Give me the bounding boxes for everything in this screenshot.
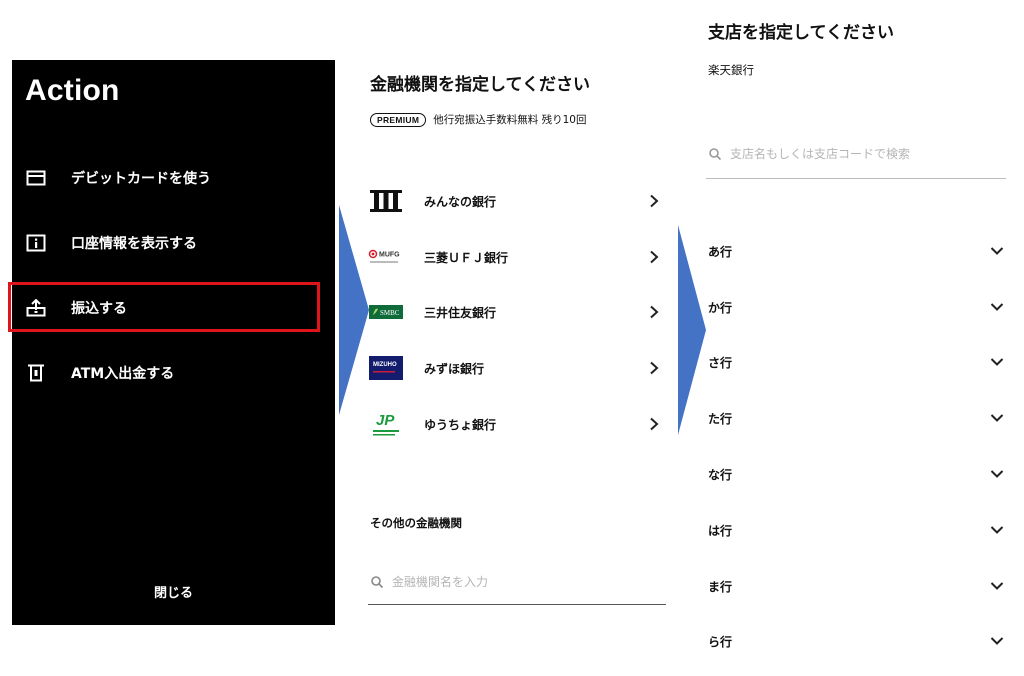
premium-badge: PREMIUM	[370, 112, 427, 127]
mizuho-logo-text: MIZUHO	[373, 362, 397, 368]
bank-name: みずほ銀行	[424, 361, 485, 376]
premium-text: 他行宛振込手数料無料 残り10回	[433, 114, 587, 126]
premium-info: PREMIUM 他行宛振込手数料無料 残り10回	[370, 112, 586, 127]
chevron-down-icon	[990, 637, 1004, 645]
kana-row-label: ま行	[708, 579, 733, 594]
chevron-down-icon	[990, 582, 1004, 590]
smbc-logo: SMBC	[368, 298, 404, 326]
kana-row-label: は行	[708, 523, 733, 538]
mufg-logo-text: MUFG	[379, 252, 400, 259]
chevron-down-icon	[990, 526, 1004, 534]
bank-row-mizuho[interactable]: MIZUHO みずほ銀行	[368, 348, 666, 388]
smbc-logo-text: SMBC	[380, 309, 400, 317]
menu-item-label: 口座情報を表示する	[71, 236, 197, 252]
other-banks-title: その他の金融機関	[370, 516, 462, 530]
mufg-logo: MUFG	[368, 243, 404, 271]
kana-row-ra[interactable]: ら行	[706, 621, 1008, 661]
branch-search-field[interactable]	[706, 130, 1006, 179]
bank-name: ゆうちょ銀行	[424, 417, 497, 432]
kana-row-sa[interactable]: さ行	[706, 342, 1008, 382]
kana-row-label: あ行	[708, 244, 733, 259]
bank-name: みんなの銀行	[424, 194, 497, 209]
jp-logo-text: JP	[376, 412, 395, 429]
chevron-right-icon	[650, 361, 659, 375]
mizuho-logo: MIZUHO	[368, 354, 404, 382]
search-icon	[371, 576, 384, 589]
kana-row-na[interactable]: な行	[706, 454, 1008, 494]
bank-row-mufg[interactable]: MUFG 三菱ＵＦＪ銀行	[368, 237, 666, 277]
kana-row-ha[interactable]: は行	[706, 510, 1008, 550]
bank-name: 三菱ＵＦＪ銀行	[424, 250, 509, 265]
kana-row-a[interactable]: あ行	[706, 231, 1008, 271]
chevron-down-icon	[990, 470, 1004, 478]
branch-search-input[interactable]	[730, 147, 980, 161]
kana-row-ma[interactable]: ま行	[706, 566, 1008, 606]
branch-select-screen: 支店を指定してください 楽天銀行 あ行 か行 さ行 た行 な行 は行 ま行 ら行	[706, 0, 1008, 676]
bank-select-screen: 金融機関を指定してください PREMIUM 他行宛振込手数料無料 残り10回 み…	[368, 60, 668, 620]
bank-row-yucho[interactable]: JP ゆうちょ銀行	[368, 404, 666, 444]
close-button[interactable]: 閉じる	[12, 582, 335, 601]
menu-item-transfer[interactable]: 振込する	[12, 284, 335, 332]
kana-row-label: な行	[708, 467, 733, 482]
kana-row-ka[interactable]: か行	[706, 287, 1008, 327]
menu-item-label: 振込する	[71, 301, 127, 317]
menu-item-label: デビットカードを使う	[71, 171, 211, 187]
action-menu-panel: Action デビットカードを使う 口座情報を表示する 振込する ATM入出金す…	[8, 60, 335, 625]
bank-search-field[interactable]	[368, 560, 666, 605]
chevron-right-icon	[650, 194, 659, 208]
chevron-down-icon	[990, 358, 1004, 366]
chevron-down-icon	[990, 303, 1004, 311]
kana-row-label: か行	[708, 300, 733, 315]
search-icon	[709, 148, 722, 161]
card-icon	[25, 167, 47, 189]
chevron-right-icon	[650, 250, 659, 264]
selected-bank-name: 楽天銀行	[708, 63, 754, 77]
page-title: 金融機関を指定してください	[370, 75, 590, 95]
info-icon	[25, 232, 47, 254]
action-menu-title: Action	[25, 74, 120, 107]
bank-name: 三井住友銀行	[424, 305, 497, 320]
kana-row-ta[interactable]: た行	[706, 398, 1008, 438]
bank-row-smbc[interactable]: SMBC 三井住友銀行	[368, 292, 666, 332]
chevron-right-icon	[650, 305, 659, 319]
chevron-down-icon	[990, 247, 1004, 255]
chevron-down-icon	[990, 414, 1004, 422]
japan-post-bank-logo: JP	[368, 410, 404, 438]
menu-item-atm[interactable]: ATM入出金する	[12, 349, 335, 397]
menu-item-debit-card[interactable]: デビットカードを使う	[12, 154, 335, 202]
bank-row-minna[interactable]: みんなの銀行	[368, 181, 666, 221]
atm-icon	[25, 362, 47, 384]
kana-row-label: た行	[708, 411, 733, 426]
chevron-right-icon	[650, 417, 659, 431]
kana-row-label: ら行	[708, 634, 733, 649]
minna-bank-logo	[368, 187, 404, 215]
menu-item-account-info[interactable]: 口座情報を表示する	[12, 219, 335, 267]
flow-arrow-2	[678, 225, 706, 435]
kana-row-label: さ行	[708, 355, 733, 370]
bank-search-input[interactable]	[392, 575, 642, 589]
menu-item-label: ATM入出金する	[71, 366, 175, 382]
page-title: 支店を指定してください	[708, 23, 894, 43]
flow-arrow-1	[339, 205, 369, 415]
upload-tray-icon	[25, 297, 47, 319]
